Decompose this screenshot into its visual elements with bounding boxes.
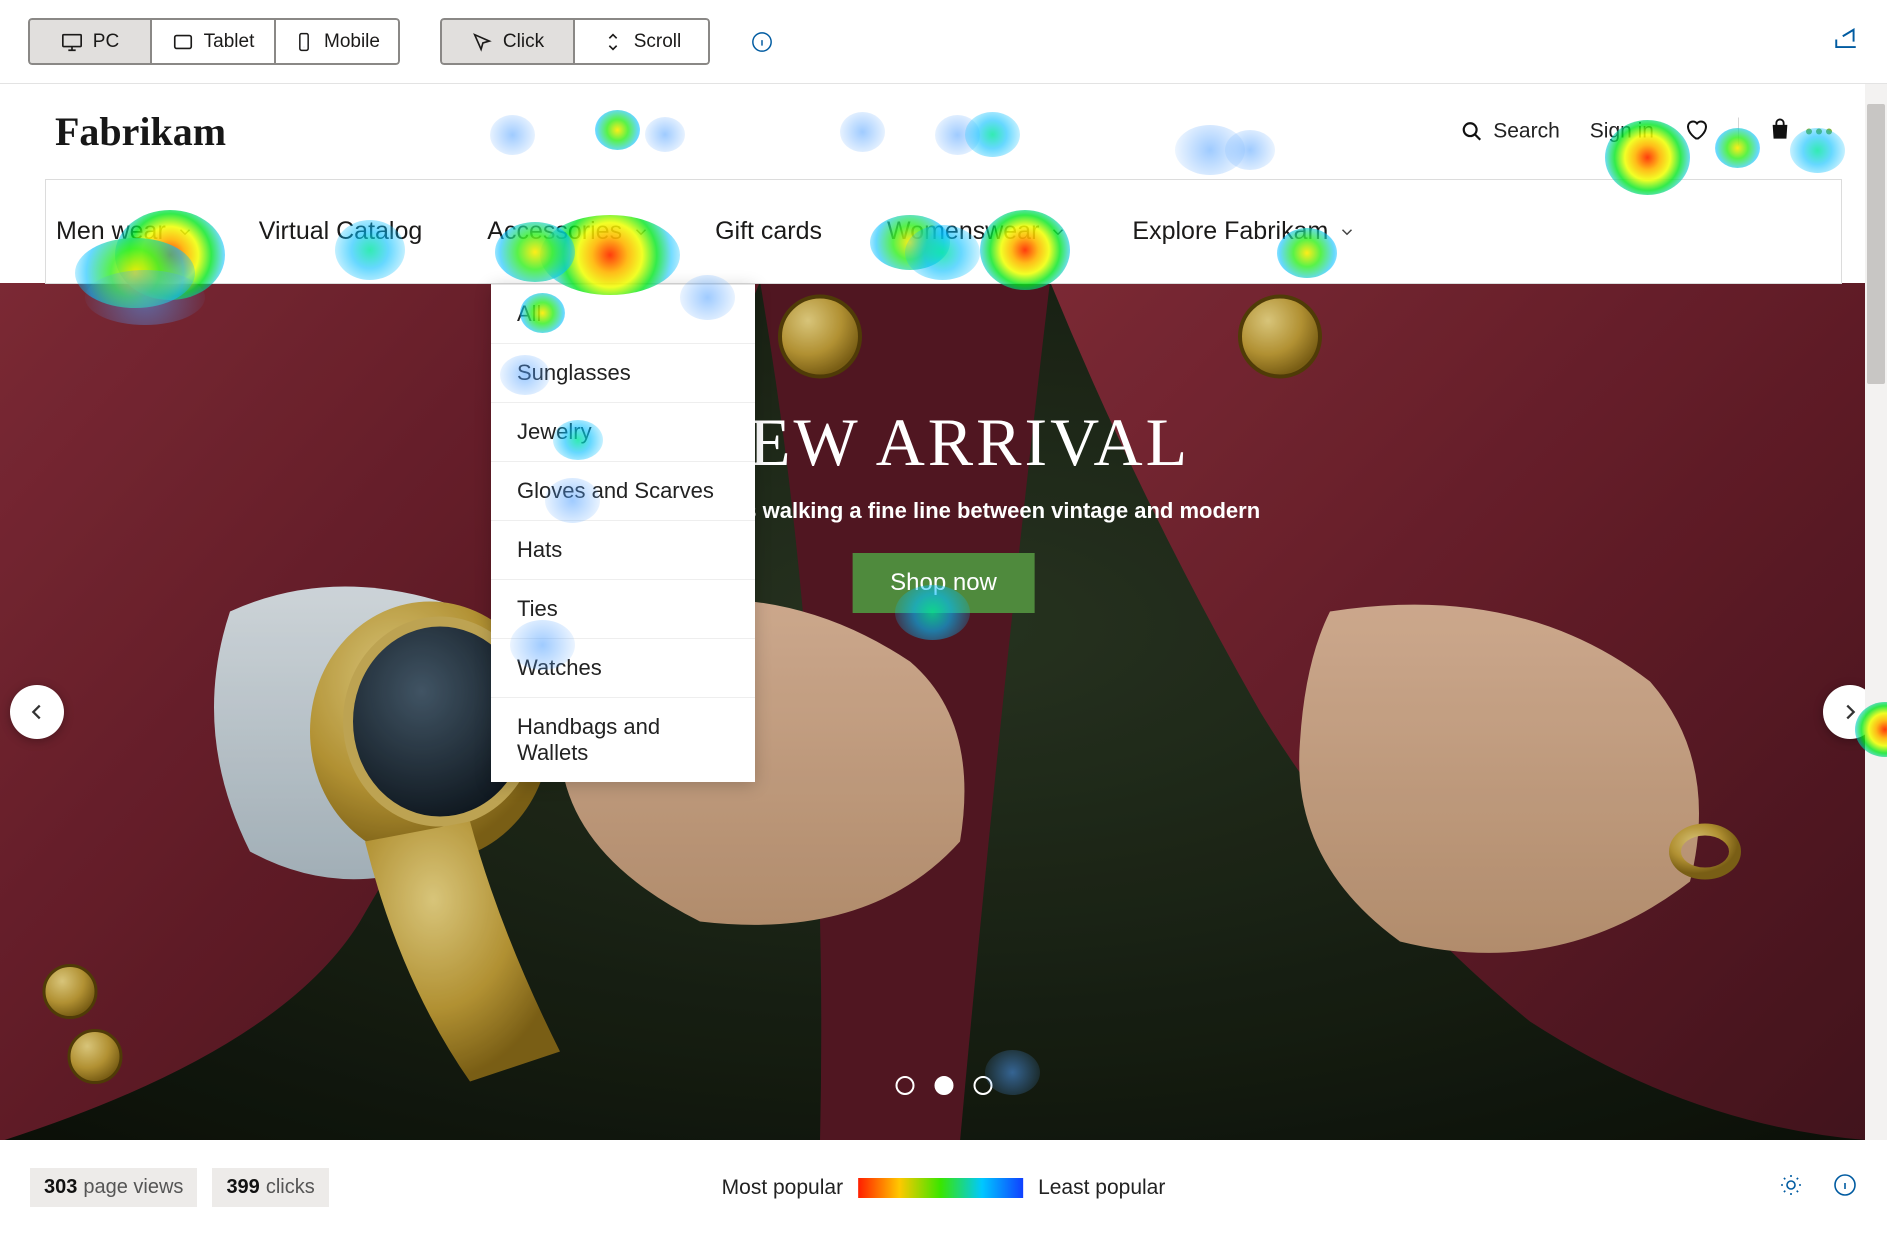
mode-scroll-button[interactable]: Scroll — [575, 18, 710, 65]
mode-click-button[interactable]: Click — [440, 18, 575, 65]
mode-scroll-label: Scroll — [634, 31, 682, 53]
chevron-left-icon — [26, 701, 48, 723]
dropdown-item[interactable]: Sunglasses — [491, 344, 755, 403]
pageviews-label: page views — [83, 1176, 183, 1198]
carousel-dot[interactable] — [934, 1076, 953, 1095]
clicks-value: 399 — [226, 1176, 259, 1198]
heat-legend: Most popular Least popular — [722, 1176, 1166, 1200]
dropdown-item[interactable]: Jewelry — [491, 403, 755, 462]
scrollbar-thumb[interactable] — [1867, 104, 1885, 384]
preview-scrollbar[interactable] — [1865, 84, 1887, 1140]
search-link[interactable]: Search — [1461, 120, 1560, 144]
pageviews-value: 303 — [44, 1176, 77, 1198]
main-nav: Men wear Virtual Catalog Accessories Gif… — [45, 179, 1842, 284]
dropdown-item[interactable]: All — [491, 285, 755, 344]
device-pc-button[interactable]: PC — [28, 18, 152, 65]
device-mobile-button[interactable]: Mobile — [276, 18, 400, 65]
nav-womenswear[interactable]: Womenswear — [887, 217, 1067, 246]
nav-label: Gift cards — [715, 217, 822, 246]
clicks-pill: 399 clicks — [212, 1168, 328, 1207]
chevron-down-icon — [1049, 223, 1067, 241]
desktop-icon — [61, 31, 83, 53]
stats-tools — [1779, 1173, 1857, 1202]
chevron-right-icon — [1839, 701, 1861, 723]
mode-click-label: Click — [503, 31, 544, 53]
dropdown-item[interactable]: Ties — [491, 580, 755, 639]
carousel-dots — [895, 1076, 992, 1095]
stats-bar: 303 page views 399 clicks Most popular Lea… — [0, 1140, 1887, 1235]
brightness-icon[interactable] — [1779, 1173, 1803, 1202]
tablet-icon — [172, 31, 194, 53]
divider — [1738, 118, 1739, 146]
mode-toggle-group: Click Scroll — [440, 18, 710, 65]
bag-icon[interactable] — [1769, 117, 1791, 146]
mobile-icon — [294, 31, 314, 53]
nav-accessories[interactable]: Accessories — [487, 217, 650, 246]
hero-title: NEW ARRIVAL — [697, 403, 1190, 482]
dropdown-item[interactable]: Handbags and Wallets — [491, 698, 755, 782]
cursor-icon — [471, 31, 493, 53]
carousel-dot[interactable] — [973, 1076, 992, 1095]
stats-info-icon[interactable] — [1833, 1173, 1857, 1202]
legend-most-label: Most popular — [722, 1176, 843, 1200]
legend-gradient — [858, 1178, 1023, 1198]
legend-least-label: Least popular — [1038, 1176, 1165, 1200]
accessories-dropdown: All Sunglasses Jewelry Gloves and Scarve… — [491, 284, 755, 782]
device-tablet-button[interactable]: Tablet — [152, 18, 276, 65]
site-header: Fabrikam Search Sign in — [0, 84, 1887, 179]
hero-banner: NEW ARRIVAL Accessories walking a fine l… — [0, 283, 1887, 1140]
nav-label: Explore Fabrikam — [1132, 217, 1328, 246]
device-toggle-group: PC Tablet Mobile — [28, 18, 400, 65]
search-icon — [1461, 121, 1483, 143]
nav-label: Men wear — [56, 217, 166, 246]
header-actions: Search Sign in — [1461, 117, 1832, 146]
nav-menwear[interactable]: Men wear — [56, 217, 194, 246]
more-icon[interactable] — [1806, 129, 1832, 135]
toolbar-info-icon[interactable] — [750, 30, 774, 54]
signin-label: Sign in — [1590, 120, 1654, 144]
chevron-down-icon — [632, 223, 650, 241]
analytics-toolbar: PC Tablet Mobile Click Scroll — [0, 0, 1887, 84]
device-tablet-label: Tablet — [204, 31, 255, 53]
scroll-icon — [602, 31, 624, 53]
shop-now-button[interactable]: Shop now — [852, 553, 1035, 613]
nav-giftcards[interactable]: Gift cards — [715, 217, 822, 246]
chevron-down-icon — [176, 223, 194, 241]
nav-label: Accessories — [487, 217, 622, 246]
nav-virtual-catalog[interactable]: Virtual Catalog — [259, 217, 423, 246]
site-preview: Fabrikam Search Sign in Men wear — [0, 84, 1887, 1140]
nav-label: Virtual Catalog — [259, 217, 423, 246]
pageviews-pill: 303 page views — [30, 1168, 197, 1207]
dropdown-item[interactable]: Gloves and Scarves — [491, 462, 755, 521]
carousel-prev-button[interactable] — [10, 685, 64, 739]
dropdown-item[interactable]: Hats — [491, 521, 755, 580]
search-label: Search — [1493, 120, 1560, 144]
share-icon[interactable] — [1833, 26, 1859, 57]
device-mobile-label: Mobile — [324, 31, 380, 53]
brand-logo[interactable]: Fabrikam — [55, 108, 226, 155]
nav-label: Womenswear — [887, 217, 1039, 246]
chevron-down-icon — [1338, 223, 1356, 241]
clicks-label: clicks — [266, 1176, 315, 1198]
dropdown-item[interactable]: Watches — [491, 639, 755, 698]
nav-explore[interactable]: Explore Fabrikam — [1132, 217, 1356, 246]
device-pc-label: PC — [93, 31, 119, 53]
carousel-dot[interactable] — [895, 1076, 914, 1095]
signin-link[interactable]: Sign in — [1590, 120, 1654, 144]
wishlist-icon[interactable] — [1684, 117, 1708, 146]
